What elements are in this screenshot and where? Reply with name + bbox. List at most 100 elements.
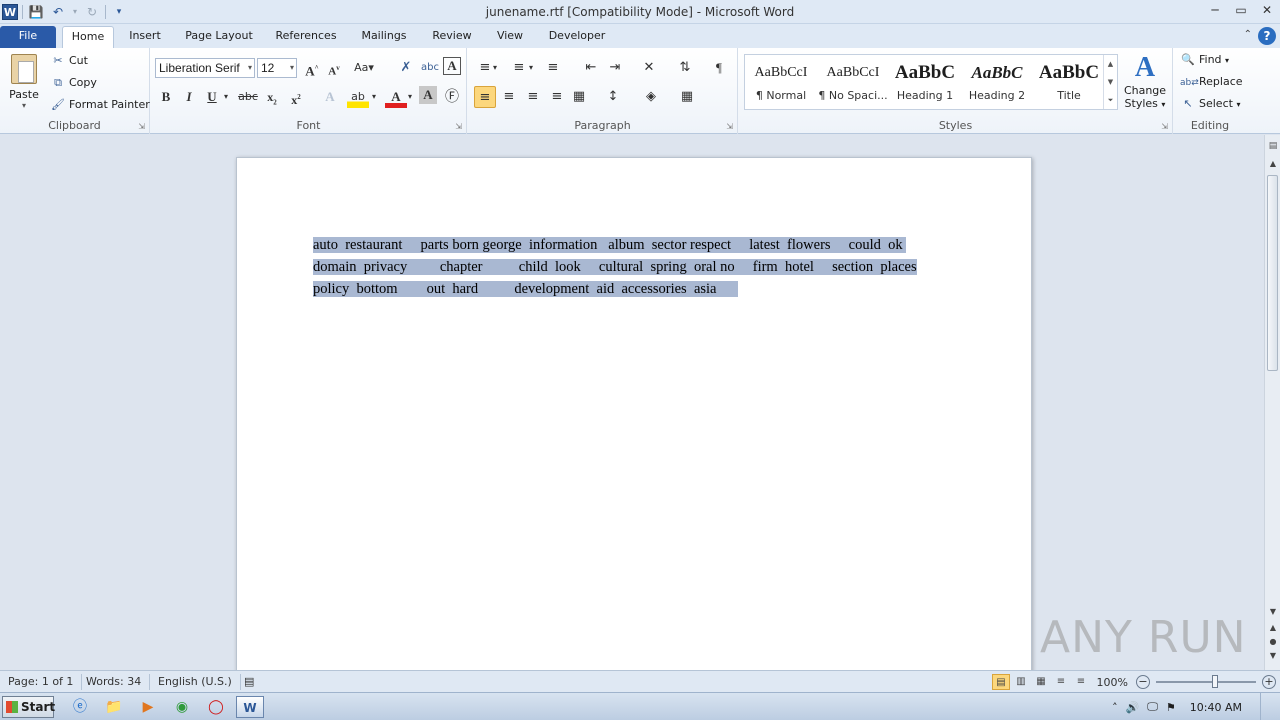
font-color-dropdown-icon[interactable]: ▾: [405, 86, 415, 108]
shrink-font-icon[interactable]: Av: [323, 57, 345, 79]
numbering-dropdown-icon[interactable]: ▾: [526, 57, 536, 79]
styles-launcher-icon[interactable]: ⇲: [1161, 122, 1168, 131]
zoom-slider[interactable]: [1156, 675, 1256, 688]
full-screen-reading-icon[interactable]: ▥: [1012, 674, 1030, 690]
clock[interactable]: 10:40 AM: [1190, 701, 1242, 714]
highlight-icon[interactable]: ab: [347, 86, 369, 108]
draft-icon[interactable]: ≡: [1072, 674, 1090, 690]
character-shading-icon[interactable]: A: [419, 86, 437, 104]
multilevel-list-icon[interactable]: ≡: [542, 57, 564, 79]
tab-file[interactable]: File: [0, 26, 56, 48]
scroll-up-icon[interactable]: ▲: [1265, 159, 1280, 173]
help-icon[interactable]: ?: [1258, 27, 1276, 45]
style-normal[interactable]: AaBbCcI ¶ Normal: [745, 55, 817, 109]
chevron-up-icon[interactable]: ▲: [1104, 55, 1117, 73]
web-layout-icon[interactable]: ▦: [1032, 674, 1050, 690]
style-heading-2[interactable]: AaBbC Heading 2: [961, 55, 1033, 109]
line-spacing-icon[interactable]: ↕: [602, 86, 624, 108]
paragraph-launcher-icon[interactable]: ⇲: [726, 122, 733, 131]
change-styles-button[interactable]: A Change Styles ▾: [1122, 52, 1168, 110]
font-name-combo[interactable]: Liberation Serif ▾: [155, 58, 255, 78]
proofing-icon[interactable]: ▤: [244, 674, 262, 690]
increase-indent-icon[interactable]: ⇥: [604, 57, 626, 79]
document-line[interactable]: policy bottom out hard development aid a…: [313, 278, 943, 300]
chevron-down-icon[interactable]: ▼: [1104, 73, 1117, 91]
vertical-scrollbar[interactable]: ▤ ▲ ▼ ▲ ● ▼: [1264, 135, 1280, 670]
replace-button[interactable]: ab⇄Replace: [1180, 72, 1243, 92]
more-styles-icon[interactable]: ⏷: [1104, 91, 1117, 109]
tab-insert[interactable]: Insert: [122, 26, 168, 48]
superscript-icon[interactable]: x2: [285, 86, 307, 108]
volume-icon[interactable]: 🔊: [1126, 701, 1140, 714]
zoom-out-icon[interactable]: −: [1136, 675, 1150, 689]
bullets-dropdown-icon[interactable]: ▾: [490, 57, 500, 79]
network-icon[interactable]: 🖵: [1147, 700, 1158, 714]
minimize-button[interactable]: ─: [1202, 0, 1228, 22]
show-marks-icon[interactable]: ¶: [708, 57, 730, 79]
character-border-icon[interactable]: A: [443, 57, 461, 75]
font-launcher-icon[interactable]: ⇲: [455, 122, 462, 131]
style-heading-1[interactable]: AaBbC Heading 1: [889, 55, 961, 109]
close-button[interactable]: ✕: [1254, 0, 1280, 22]
italic-icon[interactable]: I: [178, 86, 200, 108]
tab-view[interactable]: View: [490, 26, 530, 48]
action-center-flag-icon[interactable]: ⚑: [1166, 701, 1176, 714]
minimize-ribbon-icon[interactable]: ⌃: [1244, 29, 1252, 40]
document-area[interactable]: auto restaurant parts born george inform…: [0, 135, 1264, 670]
underline-icon[interactable]: U: [201, 86, 223, 108]
paste-button[interactable]: Paste ▾: [6, 52, 42, 112]
enclose-characters-icon[interactable]: Ⓕ: [441, 86, 463, 108]
align-right-icon[interactable]: ≡: [522, 86, 544, 108]
document-body[interactable]: auto restaurant parts born george inform…: [313, 234, 943, 300]
page-count[interactable]: Page: 1 of 1: [8, 674, 83, 690]
find-button[interactable]: 🔍 Find ▾: [1180, 50, 1229, 70]
tab-references[interactable]: References: [270, 26, 342, 48]
browse-object-icon[interactable]: ●: [1265, 637, 1280, 651]
tray-arrow-icon[interactable]: ˄: [1112, 701, 1118, 714]
tab-mailings[interactable]: Mailings: [354, 26, 414, 48]
media-player-icon[interactable]: ▶: [134, 696, 162, 718]
scrollbar-thumb[interactable]: [1267, 175, 1278, 371]
zoom-slider-knob[interactable]: [1212, 675, 1218, 688]
asian-layout-icon[interactable]: ✕: [638, 57, 660, 79]
subscript-icon[interactable]: x2: [261, 86, 283, 108]
previous-page-icon[interactable]: ▲: [1265, 623, 1280, 637]
grow-font-icon[interactable]: A^: [301, 57, 323, 79]
word-taskbar-icon[interactable]: W: [236, 696, 264, 718]
distributed-icon[interactable]: ▦: [568, 86, 590, 108]
zoom-level[interactable]: 100%: [1097, 676, 1128, 689]
selected-text[interactable]: domain privacy chapter child look cultur…: [313, 259, 917, 275]
document-page[interactable]: auto restaurant parts born george inform…: [236, 157, 1032, 670]
copy-button[interactable]: ⧉ Copy: [50, 73, 97, 93]
phonetic-guide-icon[interactable]: abc: [419, 57, 441, 79]
tab-developer[interactable]: Developer: [542, 26, 612, 48]
scroll-down-icon[interactable]: ▼: [1265, 607, 1280, 621]
show-desktop-button[interactable]: [1260, 693, 1272, 720]
selected-text[interactable]: policy bottom out hard development aid a…: [313, 281, 739, 297]
explorer-folder-icon[interactable]: 📁: [100, 696, 128, 718]
zoom-in-icon[interactable]: +: [1262, 675, 1276, 689]
view-ruler-icon[interactable]: ▤: [1267, 141, 1279, 155]
print-layout-icon[interactable]: ▤: [992, 674, 1010, 690]
start-button[interactable]: Start: [2, 696, 55, 718]
borders-icon[interactable]: ▦: [676, 86, 698, 108]
document-line[interactable]: auto restaurant parts born george inform…: [313, 234, 943, 256]
align-left-icon[interactable]: ≡: [474, 86, 496, 108]
font-size-combo[interactable]: 12 ▾: [257, 58, 297, 78]
highlight-dropdown-icon[interactable]: ▾: [369, 86, 379, 108]
style-title[interactable]: AaBbC Title: [1033, 55, 1105, 109]
style-no-spacing[interactable]: AaBbCcI ¶ No Spaci...: [817, 55, 889, 109]
document-line[interactable]: domain privacy chapter child look cultur…: [313, 256, 943, 278]
cut-button[interactable]: ✂ Cut: [50, 51, 88, 71]
word-count[interactable]: Words: 34: [86, 674, 151, 690]
tab-review[interactable]: Review: [426, 26, 478, 48]
shading-icon[interactable]: ◈: [640, 86, 662, 108]
sort-icon[interactable]: ⇅: [674, 57, 696, 79]
selected-text[interactable]: auto restaurant parts born george inform…: [313, 237, 907, 253]
justify-icon[interactable]: ≡: [546, 86, 568, 108]
clear-formatting-icon[interactable]: ✗: [395, 57, 417, 79]
clipboard-launcher-icon[interactable]: ⇲: [138, 122, 145, 131]
maximize-button[interactable]: ▭: [1228, 0, 1254, 22]
chrome-icon[interactable]: ◉: [168, 696, 196, 718]
change-case-icon[interactable]: Aa▾: [353, 57, 375, 79]
